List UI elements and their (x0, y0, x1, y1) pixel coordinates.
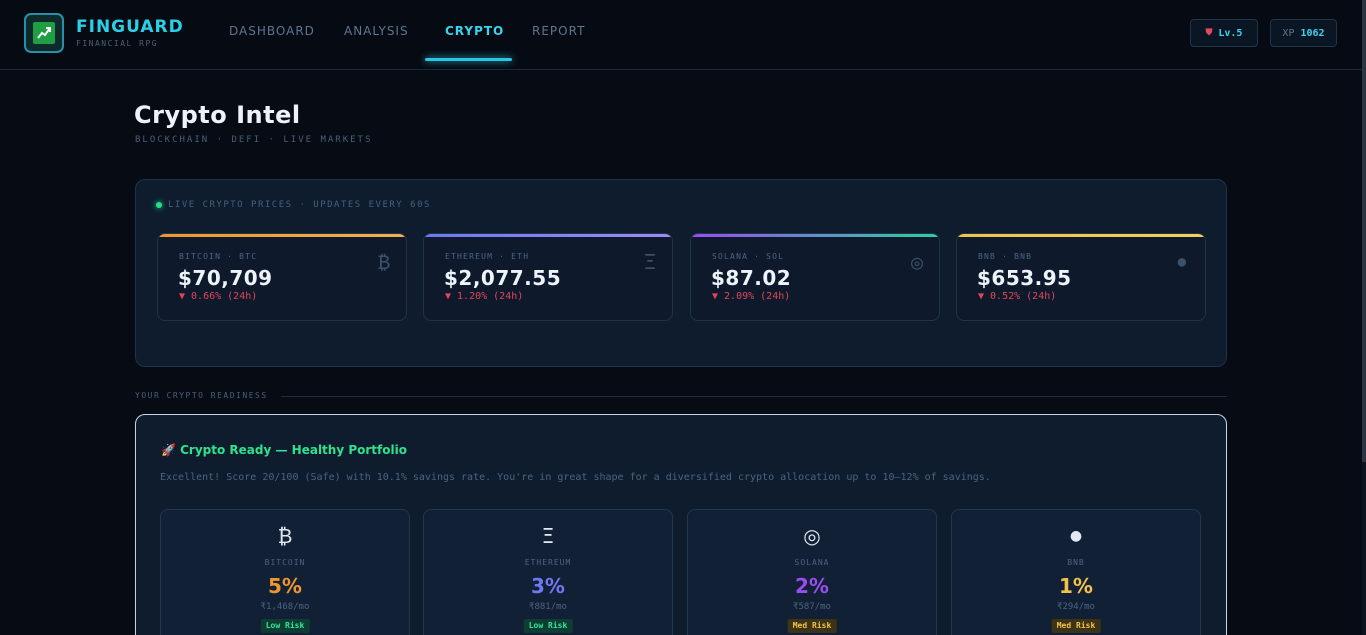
coin-card-bitcoin[interactable]: BITCOIN · BTC $70,709 ▼ 0.66% (24h) ₿ (157, 233, 407, 321)
page-title: Crypto Intel (134, 101, 301, 129)
coin-name: BNB · BNB (978, 252, 1033, 261)
section-divider (281, 396, 1227, 397)
allocation-card-bnb[interactable]: ● BNB 1% ₹294/mo Med Risk (951, 509, 1201, 635)
active-tab-indicator (425, 58, 512, 61)
live-prices-label: LIVE CRYPTO PRICES · UPDATES EVERY 60S (156, 200, 431, 210)
live-prices-panel: LIVE CRYPTO PRICES · UPDATES EVERY 60S B… (135, 179, 1227, 367)
card-accent-line (957, 234, 1205, 237)
risk-badge: Med Risk (1051, 619, 1101, 633)
ethereum-icon: Ξ (643, 250, 656, 274)
bitcoin-icon: ₿ (377, 250, 390, 274)
coin-card-solana[interactable]: SOLANA · SOL $87.02 ▼ 2.09% (24h) ◎ (690, 233, 940, 321)
allocation-amount: ₹587/mo (793, 602, 831, 612)
tab-crypto[interactable]: CRYPTO (445, 24, 504, 38)
xp-badge[interactable]: XP 1062 (1270, 19, 1337, 47)
coin-price: $70,709 (178, 266, 273, 290)
readiness-description: Excellent! Score 20/100 (Safe) with 10.1… (160, 472, 991, 483)
allocation-percent: 2% (795, 574, 829, 598)
coin-change: ▼ 0.66% (24h) (179, 291, 258, 302)
app-logo[interactable] (24, 13, 64, 53)
allocation-card-solana[interactable]: ◎ SOLANA 2% ₹587/mo Med Risk (687, 509, 937, 635)
allocation-percent: 5% (268, 574, 302, 598)
allocation-amount: ₹1,468/mo (260, 602, 310, 612)
solana-icon: ◎ (910, 250, 923, 274)
top-navbar: FINGUARD FINANCIAL RPG DASHBOARD ANALYSI… (0, 0, 1362, 70)
card-accent-line (424, 234, 672, 237)
coin-name: BITCOIN · BTC (179, 252, 258, 261)
card-accent-line (158, 234, 406, 237)
scrollbar-thumb[interactable] (1362, 0, 1366, 462)
coin-card-ethereum[interactable]: ETHEREUM · ETH $2,077.55 ▼ 1.20% (24h) Ξ (423, 233, 673, 321)
ethereum-icon: Ξ (541, 524, 555, 548)
bnb-icon: ● (1069, 528, 1083, 544)
allocation-card-ethereum[interactable]: Ξ ETHEREUM 3% ₹881/mo Low Risk (423, 509, 673, 635)
allocation-name: ETHEREUM (524, 558, 572, 567)
shield-icon: ⛊ (1205, 28, 1213, 38)
solana-icon: ◎ (803, 524, 821, 548)
risk-badge: Low Risk (260, 619, 310, 633)
risk-badge: Low Risk (523, 619, 573, 633)
page-subtitle: BLOCKCHAIN · DEFI · LIVE MARKETS (135, 135, 373, 145)
allocation-percent: 3% (531, 574, 565, 598)
level-value: Lv.5 (1218, 27, 1243, 39)
tab-dashboard[interactable]: DASHBOARD (229, 24, 315, 38)
level-badge[interactable]: ⛊ Lv.5 (1190, 19, 1258, 47)
section-label-readiness: YOUR CRYPTO READINESS (135, 391, 268, 400)
bnb-icon: ● (1177, 254, 1186, 270)
card-accent-line (691, 234, 939, 237)
brand-subtitle: FINANCIAL RPG (76, 39, 159, 48)
coin-change: ▼ 1.20% (24h) (445, 291, 524, 302)
risk-badge: Med Risk (787, 619, 837, 633)
chart-up-icon (33, 22, 55, 44)
page-scrollbar[interactable] (1362, 0, 1366, 635)
xp-label: XP (1282, 27, 1295, 39)
coin-change: ▼ 0.52% (24h) (978, 291, 1057, 302)
coin-name: SOLANA · SOL (712, 252, 785, 261)
coin-name: ETHEREUM · ETH (445, 252, 530, 261)
readiness-title: 🚀 Crypto Ready — Healthy Portfolio (161, 443, 407, 457)
allocation-percent: 1% (1059, 574, 1093, 598)
tab-analysis[interactable]: ANALYSIS (344, 24, 409, 38)
allocation-amount: ₹881/mo (529, 602, 567, 612)
coin-price: $87.02 (711, 266, 792, 290)
xp-value: 1062 (1300, 27, 1325, 39)
tab-report[interactable]: REPORT (532, 24, 585, 38)
allocation-card-bitcoin[interactable]: ₿ BITCOIN 5% ₹1,468/mo Low Risk (160, 509, 410, 635)
allocation-name: BITCOIN (264, 558, 306, 567)
coin-price: $2,077.55 (444, 266, 562, 290)
coin-card-bnb[interactable]: BNB · BNB $653.95 ▼ 0.52% (24h) ● (956, 233, 1206, 321)
allocation-name: BNB (1067, 558, 1085, 567)
allocation-amount: ₹294/mo (1057, 602, 1095, 612)
coin-price: $653.95 (977, 266, 1072, 290)
crypto-readiness-panel: 🚀 Crypto Ready — Healthy Portfolio Excel… (135, 414, 1227, 635)
bitcoin-icon: ₿ (277, 524, 293, 548)
coin-change: ▼ 2.09% (24h) (712, 291, 791, 302)
live-status-dot-icon (156, 202, 162, 208)
brand-name: FINGUARD (76, 17, 184, 37)
live-prices-text: LIVE CRYPTO PRICES · UPDATES EVERY 60S (168, 200, 431, 210)
allocation-name: SOLANA (794, 558, 830, 567)
